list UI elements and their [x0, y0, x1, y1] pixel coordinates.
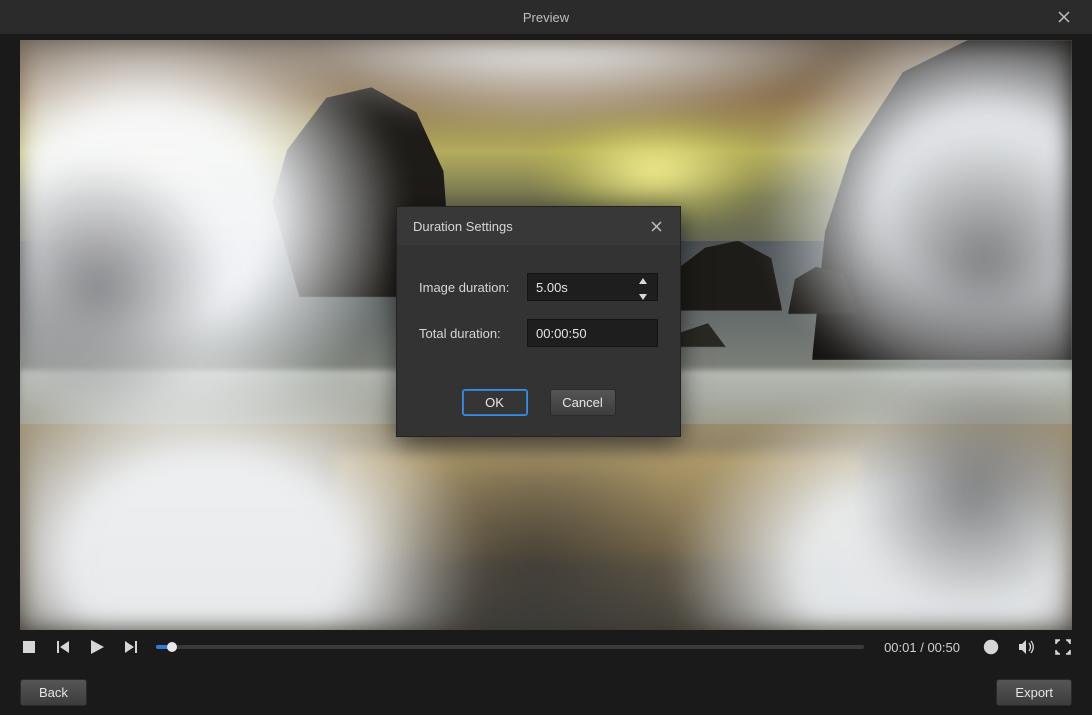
- image-duration-value: 5.00s: [536, 280, 568, 295]
- total-time: 00:50: [927, 640, 960, 655]
- close-icon: [1057, 10, 1071, 24]
- fullscreen-button[interactable]: [1054, 638, 1072, 656]
- volume-button[interactable]: [1018, 638, 1036, 656]
- image-duration-label: Image duration:: [419, 280, 527, 295]
- progress-slider[interactable]: [156, 645, 864, 649]
- play-icon: [89, 639, 105, 655]
- spinner-up-button[interactable]: [639, 272, 653, 287]
- play-button[interactable]: [88, 638, 106, 656]
- prev-frame-icon: [56, 640, 70, 654]
- duration-settings-button[interactable]: [982, 638, 1000, 656]
- cancel-button[interactable]: Cancel: [550, 389, 616, 416]
- chevron-down-icon: [639, 294, 647, 300]
- player-controls: 00:01 / 00:50: [20, 629, 1072, 665]
- export-button[interactable]: Export: [996, 679, 1072, 706]
- ok-button[interactable]: OK: [462, 389, 528, 416]
- titlebar: Preview: [0, 0, 1092, 34]
- dialog-title: Duration Settings: [413, 219, 513, 234]
- next-frame-icon: [124, 640, 138, 654]
- time-display: 00:01 / 00:50: [884, 640, 960, 655]
- total-duration-value: 00:00:50: [536, 326, 587, 341]
- volume-icon: [1018, 639, 1036, 655]
- image-duration-field[interactable]: 5.00s: [527, 273, 658, 301]
- clock-icon: [983, 639, 999, 655]
- back-button[interactable]: Back: [20, 679, 87, 706]
- dialog-close-button[interactable]: [644, 214, 668, 238]
- footer-bar: Back Export: [0, 669, 1092, 715]
- stop-icon: [23, 641, 35, 653]
- spinner-down-button[interactable]: [639, 288, 653, 303]
- close-icon: [650, 220, 663, 233]
- total-duration-field[interactable]: 00:00:50: [527, 319, 658, 347]
- total-duration-label: Total duration:: [419, 326, 527, 341]
- progress-thumb[interactable]: [167, 642, 177, 652]
- window-title: Preview: [523, 10, 569, 25]
- prev-frame-button[interactable]: [54, 638, 72, 656]
- window-close-button[interactable]: [1044, 0, 1084, 34]
- duration-settings-dialog: Duration Settings Image duration: 5.00s …: [396, 206, 681, 437]
- fullscreen-icon: [1055, 639, 1071, 655]
- dialog-header: Duration Settings: [397, 207, 680, 245]
- chevron-up-icon: [639, 278, 647, 284]
- next-frame-button[interactable]: [122, 638, 140, 656]
- stop-button[interactable]: [20, 638, 38, 656]
- current-time: 00:01: [884, 640, 917, 655]
